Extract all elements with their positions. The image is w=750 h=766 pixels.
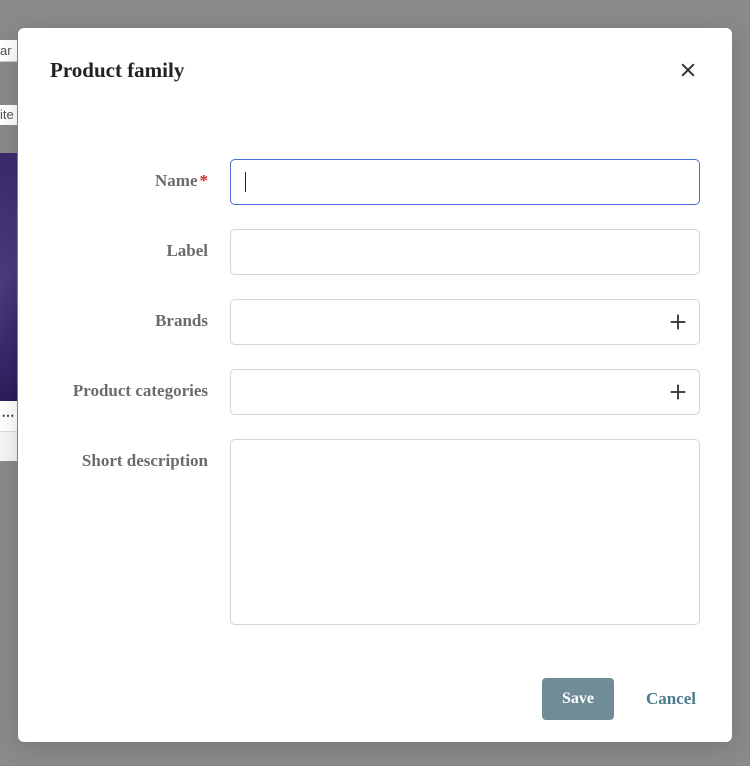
modal-header: Product family (50, 58, 700, 83)
product-family-modal: Product family Name* Label (18, 28, 732, 742)
plus-icon (667, 311, 689, 333)
field-row-brands: Brands (50, 299, 700, 345)
brands-picker[interactable] (230, 299, 700, 345)
short-description-label: Short description (50, 439, 230, 471)
name-label: Name* (50, 159, 230, 191)
short-description-textarea[interactable] (230, 439, 700, 625)
field-row-categories: Product categories (50, 369, 700, 415)
bg-fragment: ite (0, 105, 17, 125)
plus-icon (667, 381, 689, 403)
cancel-button[interactable]: Cancel (642, 679, 700, 719)
categories-label: Product categories (50, 369, 230, 401)
field-row-label: Label (50, 229, 700, 275)
text-cursor (245, 172, 246, 192)
form-body: Name* Label Brands (50, 83, 700, 662)
field-row-short-description: Short description (50, 439, 700, 630)
close-icon (678, 60, 698, 80)
modal-title: Product family (50, 58, 184, 83)
modal-footer: Save Cancel (50, 662, 700, 720)
label-text: Name (155, 171, 197, 190)
label-input[interactable] (230, 229, 700, 275)
bg-fragment: ar (0, 40, 17, 62)
name-input[interactable] (230, 159, 700, 205)
field-row-name: Name* (50, 159, 700, 205)
save-button[interactable]: Save (542, 678, 614, 720)
required-indicator: * (200, 171, 209, 190)
bg-thumbnail (0, 153, 17, 401)
label-label: Label (50, 229, 230, 261)
close-button[interactable] (676, 58, 700, 82)
categories-picker[interactable] (230, 369, 700, 415)
brands-label: Brands (50, 299, 230, 331)
bg-fragment (0, 431, 17, 461)
bg-more-icon: ⋯ (0, 401, 17, 431)
